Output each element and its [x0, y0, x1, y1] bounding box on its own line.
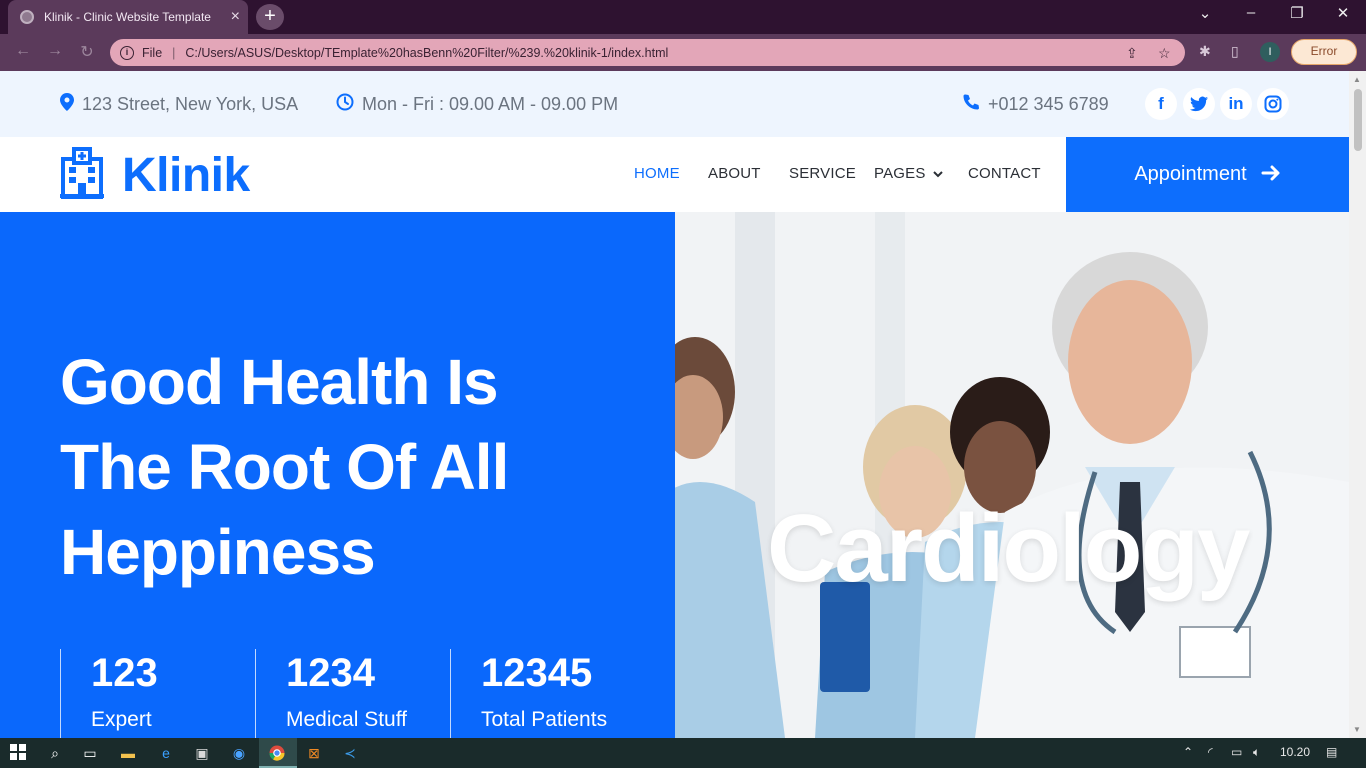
windows-start-icon[interactable]: [8, 744, 28, 762]
hospital-icon: [60, 147, 104, 204]
vscode-icon[interactable]: ≺: [340, 744, 360, 762]
windows-taskbar: ⌕ ▭ ▬ e ▣ ◉ ⊠ ≺ ⌃ ◜ ▭ 🔈︎ 10.20 ▤: [0, 738, 1366, 768]
new-tab-button[interactable]: +: [256, 4, 284, 30]
hero-title-line: The Root Of All: [60, 431, 509, 503]
chrome-taskbar-button[interactable]: [259, 738, 297, 768]
linkedin-icon[interactable]: in: [1220, 88, 1252, 120]
globe-icon: [20, 10, 34, 24]
tab-search-icon[interactable]: ⌄: [1191, 4, 1219, 22]
stat-total-patients: 12345 Total Patients: [450, 649, 607, 738]
search-icon[interactable]: ⌕: [45, 744, 65, 762]
hero-title-line: Good Health Is: [60, 346, 499, 418]
error-status-button[interactable]: Error: [1291, 39, 1357, 65]
address-bar[interactable]: i File | C:/Users/ASUS/Desktop/TEmplate%…: [110, 39, 1185, 66]
restore-icon[interactable]: ❐: [1283, 4, 1311, 22]
arrow-right-icon: [1261, 162, 1281, 188]
brand-name: Klinik: [122, 149, 250, 202]
stat-expert: 123 Expert: [60, 649, 158, 738]
brand-logo[interactable]: Klinik: [60, 147, 250, 204]
zoom-icon[interactable]: ◉: [229, 744, 249, 762]
browser-toolbar: ← → ↻ i File | C:/Users/ASUS/Desktop/TEm…: [0, 34, 1366, 71]
minimize-icon[interactable]: –: [1237, 4, 1265, 21]
url-text: C:/Users/ASUS/Desktop/TEmplate%20hasBenn…: [185, 45, 669, 60]
side-panel-icon[interactable]: ▯: [1231, 43, 1239, 60]
scrollbar-thumb[interactable]: [1354, 89, 1362, 151]
wifi-icon[interactable]: ◜: [1208, 745, 1213, 759]
nav-home[interactable]: HOME: [634, 165, 680, 182]
hero-title-line: Heppiness: [60, 516, 376, 588]
stat-value: 1234: [286, 651, 375, 695]
battery-icon[interactable]: ▭: [1231, 745, 1242, 759]
url-scheme: File: [142, 45, 163, 60]
phone-icon: [962, 93, 980, 116]
chevron-down-icon: [933, 169, 943, 181]
stat-label: Medical Stuff: [286, 708, 408, 731]
scroll-down-icon[interactable]: ▼: [1353, 725, 1361, 734]
hero-title: Good Health Is The Root Of All Heppiness: [60, 340, 620, 595]
clock-icon: [336, 93, 354, 116]
hero-section: Good Health Is The Root Of All Heppiness…: [0, 212, 675, 738]
twitter-icon[interactable]: [1183, 88, 1215, 120]
hours-text: Mon - Fri : 09.00 AM - 09.00 PM: [362, 94, 619, 114]
info-icon[interactable]: i: [120, 45, 134, 60]
tray-chevron-icon[interactable]: ⌃: [1183, 745, 1193, 759]
tab-title: Klinik - Clinic Website Template: [44, 10, 211, 24]
nav-contact[interactable]: CONTACT: [968, 165, 1041, 182]
close-tab-icon[interactable]: ×: [231, 8, 240, 26]
reload-icon[interactable]: ↻: [76, 42, 98, 62]
task-view-icon[interactable]: ▭: [80, 744, 100, 762]
clock-time[interactable]: 10.20: [1280, 745, 1310, 759]
stat-value: 123: [91, 651, 158, 695]
nav-pages-dropdown[interactable]: PAGES: [874, 165, 943, 182]
instagram-icon[interactable]: [1257, 88, 1289, 120]
stat-medical-stuff: 1234 Medical Stuff: [255, 649, 407, 738]
browser-tab[interactable]: Klinik - Clinic Website Template ×: [8, 0, 248, 34]
browser-tab-strip: Klinik - Clinic Website Template × + ⌄ –…: [0, 0, 1366, 34]
file-explorer-icon[interactable]: ▬: [118, 744, 138, 762]
store-icon[interactable]: ▣: [192, 744, 212, 762]
back-icon[interactable]: ←: [12, 42, 34, 60]
phone-text: +012 345 6789: [988, 94, 1109, 114]
hero-carousel-slide: Cardiology: [675, 212, 1349, 738]
bookmark-star-icon[interactable]: ☆: [1158, 45, 1171, 62]
web-page: 123 Street, New York, USA Mon - Fri : 09…: [0, 71, 1349, 738]
map-marker-icon: [60, 93, 74, 116]
facebook-icon[interactable]: f: [1145, 88, 1177, 120]
edge-icon[interactable]: e: [156, 744, 176, 762]
contact-topbar: 123 Street, New York, USA Mon - Fri : 09…: [0, 71, 1349, 137]
forward-icon[interactable]: →: [44, 42, 66, 60]
volume-icon[interactable]: 🔈︎: [1253, 745, 1260, 760]
appointment-button[interactable]: Appointment: [1066, 137, 1349, 212]
phone-info: +012 345 6789: [962, 93, 1109, 116]
hours-info: Mon - Fri : 09.00 AM - 09.00 PM: [336, 93, 618, 116]
extensions-icon[interactable]: ✱: [1199, 43, 1211, 60]
appointment-label: Appointment: [1134, 163, 1247, 185]
scroll-up-icon[interactable]: ▲: [1353, 75, 1361, 84]
stat-label: Total Patients: [481, 708, 608, 731]
main-navbar: Klinik HOME ABOUT SERVICE PAGES CONTACT …: [0, 137, 1349, 212]
chrome-icon: [269, 745, 285, 766]
notifications-icon[interactable]: ▤: [1326, 745, 1337, 759]
address-text: 123 Street, New York, USA: [82, 94, 299, 114]
stat-label: Expert: [91, 708, 152, 731]
stat-value: 12345: [481, 651, 593, 695]
nav-service[interactable]: SERVICE: [789, 165, 856, 182]
doctors-photo: [675, 212, 1349, 738]
url-separator: |: [172, 45, 176, 60]
xampp-icon[interactable]: ⊠: [304, 744, 324, 762]
window-close-icon[interactable]: ✕: [1329, 4, 1357, 22]
nav-pages-label: PAGES: [874, 165, 926, 182]
slide-title: Cardiology: [767, 495, 1250, 602]
address-info: 123 Street, New York, USA: [60, 93, 298, 116]
page-scrollbar[interactable]: ▲ ▼: [1349, 71, 1366, 738]
profile-avatar[interactable]: I: [1260, 42, 1280, 62]
nav-about[interactable]: ABOUT: [708, 165, 761, 182]
share-icon[interactable]: ⇪: [1126, 45, 1138, 62]
